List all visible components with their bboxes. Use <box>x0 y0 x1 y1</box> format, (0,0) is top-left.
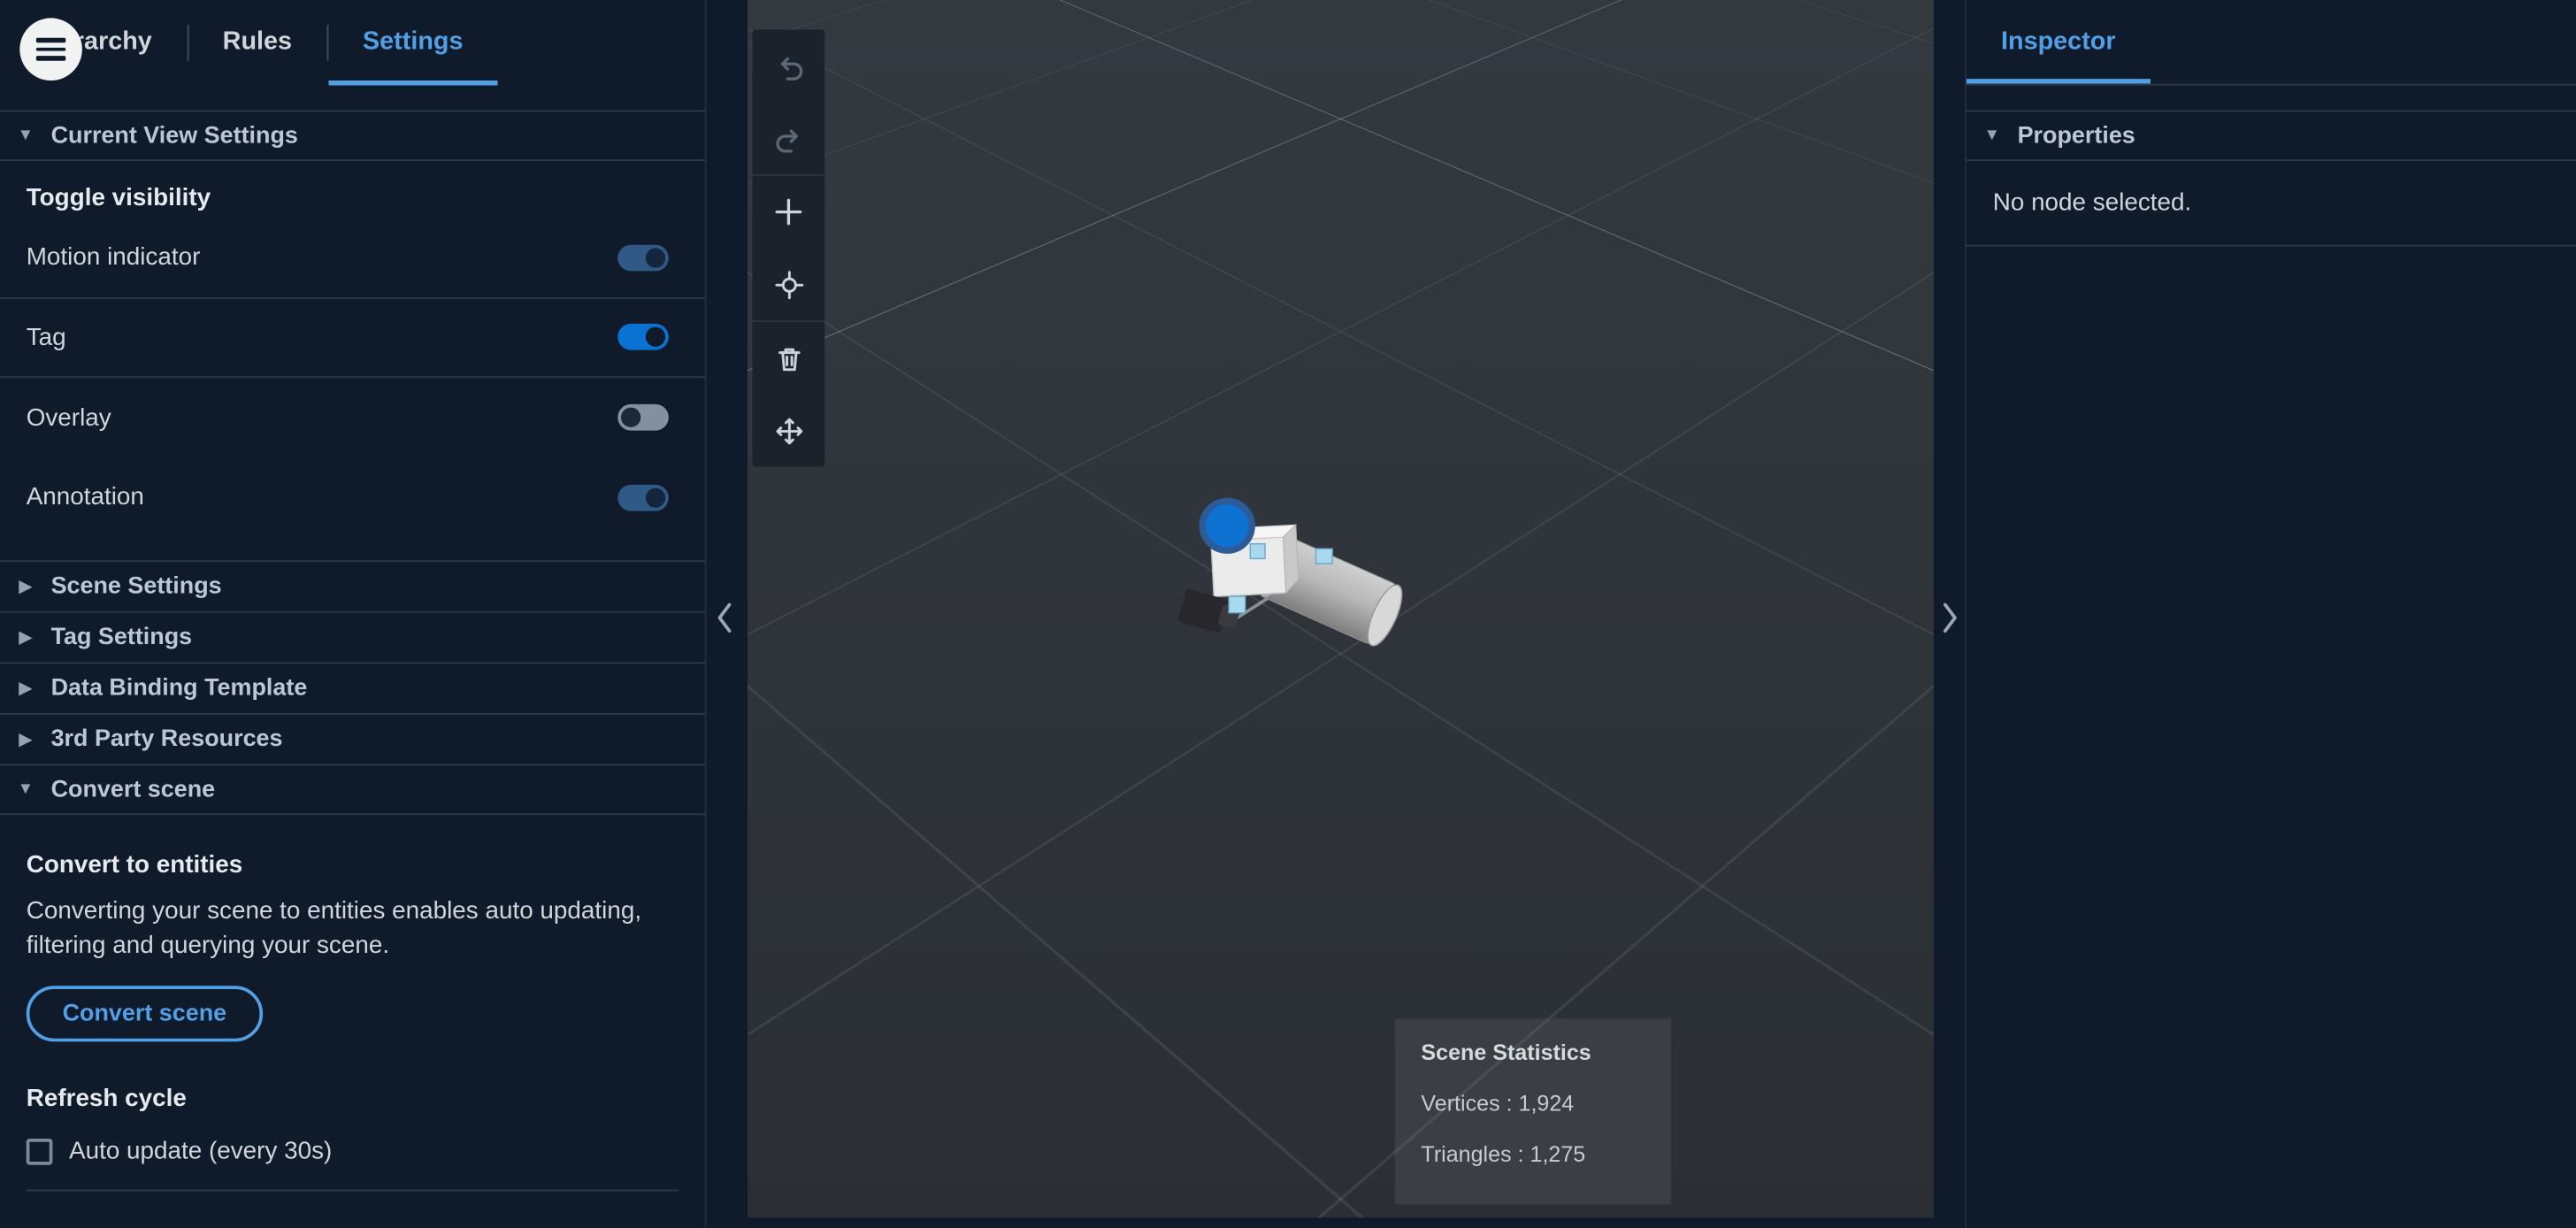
section-data-binding-template[interactable]: ▶ Data Binding Template <box>0 662 705 713</box>
left-panel-tab-bar: Hierarchy Rules Settings <box>0 0 705 86</box>
vertices-count: Vertices : 1,924 <box>1421 1091 1575 1116</box>
chevron-right-icon: ▶ <box>19 628 32 647</box>
overlay-toggle[interactable] <box>617 404 669 432</box>
add-object-button[interactable] <box>753 176 825 249</box>
redo-button[interactable] <box>753 102 825 174</box>
tab-rules[interactable]: Rules <box>188 0 326 86</box>
section-3rd-party-resources[interactable]: ▶ 3rd Party Resources <box>0 713 705 764</box>
viewport-toolbar <box>752 29 825 467</box>
annotation-toggle[interactable] <box>617 484 669 511</box>
chevron-right-icon <box>1943 602 1957 633</box>
ground-grid <box>748 0 1934 414</box>
section-title: Convert scene <box>50 776 216 803</box>
collapse-left-panel-button[interactable] <box>709 596 739 639</box>
toggle-row-overlay: Overlay <box>0 378 705 457</box>
placement-target-button[interactable] <box>753 248 825 320</box>
section-scene-settings[interactable]: ▶ Scene Settings <box>0 560 705 611</box>
chevron-down-icon: ▼ <box>17 127 34 145</box>
tab-rules-label: Rules <box>222 27 293 57</box>
inspector-tab-bar: Inspector <box>1966 0 2576 86</box>
toggle-label: Overlay <box>26 403 111 432</box>
toggle-row-motion-indicator: Motion indicator <box>0 219 705 299</box>
chevron-down-icon: ▼ <box>1983 127 2000 145</box>
model-fitting <box>1228 595 1246 614</box>
undo-icon <box>779 56 802 80</box>
tab-inspector-label: Inspector <box>2001 27 2116 56</box>
toggle-visibility-heading: Toggle visibility <box>26 184 211 212</box>
auto-update-checkbox[interactable] <box>26 1138 53 1164</box>
hamburger-icon <box>35 36 66 64</box>
section-current-view-settings[interactable]: ▼ Current View Settings <box>0 110 705 161</box>
toggle-label: Motion indicator <box>26 243 201 272</box>
toggle-label: Tag <box>26 323 66 351</box>
model-fitting <box>1249 542 1266 560</box>
move-gizmo-button[interactable] <box>753 395 825 467</box>
toggle-label: Annotation <box>26 483 144 512</box>
section-title: 3rd Party Resources <box>50 725 283 753</box>
tab-settings[interactable]: Settings <box>328 0 498 86</box>
chevron-left-icon <box>717 602 732 633</box>
viewport-3d-canvas[interactable]: Scene Statistics Vertices : 1,924 Triang… <box>748 0 1934 1218</box>
inspector-panel: Inspector ▼ Properties No node selected. <box>1965 0 2576 1228</box>
refresh-cycle-heading: Refresh cycle <box>26 1084 187 1113</box>
left-panel: Hierarchy Rules Settings ▼ Current View … <box>0 0 707 1228</box>
section-title: Tag Settings <box>50 624 193 651</box>
section-title: Scene Settings <box>50 573 222 600</box>
tab-settings-label: Settings <box>362 27 464 57</box>
placement-target-icon <box>774 270 803 299</box>
toggle-row-tag: Tag <box>0 298 705 379</box>
convert-scene-button[interactable]: Convert scene <box>26 986 264 1042</box>
tag-toggle[interactable] <box>617 324 669 351</box>
auto-update-label: Auto update (every 30s) <box>69 1137 333 1165</box>
divider <box>1966 244 2576 247</box>
chevron-right-icon: ▶ <box>19 730 32 748</box>
chevron-down-icon: ▼ <box>17 780 34 799</box>
add-object-icon <box>775 198 802 226</box>
section-title: Data Binding Template <box>50 675 308 702</box>
chevron-right-icon: ▶ <box>19 679 32 698</box>
motion-indicator-toggle[interactable] <box>617 244 669 271</box>
section-tag-settings[interactable]: ▶ Tag Settings <box>0 610 705 663</box>
model-fitting <box>1315 548 1333 564</box>
scene-statistics-panel: Scene Statistics Vertices : 1,924 Triang… <box>1394 1018 1671 1205</box>
section-convert-scene[interactable]: ▼ Convert scene <box>0 764 705 816</box>
move-gizmo-icon <box>775 417 802 444</box>
undo-button[interactable] <box>753 29 825 102</box>
collapse-right-panel-button[interactable] <box>1936 596 1965 639</box>
toggle-row-annotation: Annotation <box>0 457 705 537</box>
convert-scene-description: Converting your scene to entities enable… <box>26 897 642 960</box>
delete-button[interactable] <box>753 322 825 395</box>
auto-update-checkbox-row[interactable]: Auto update (every 30s) <box>26 1137 678 1165</box>
redo-icon <box>775 128 797 152</box>
tab-inspector[interactable]: Inspector <box>1966 0 2150 84</box>
convert-to-entities-heading: Convert to entities <box>26 851 243 879</box>
scene-composer-app: Hierarchy Rules Settings ▼ Current View … <box>0 0 2576 1228</box>
divider <box>26 1189 678 1192</box>
no-node-selected-message: No node selected. <box>1992 188 2192 218</box>
triangles-count: Triangles : 1,275 <box>1421 1141 1586 1167</box>
section-title: Current View Settings <box>50 122 298 150</box>
convert-scene-body: Convert to entities Converting your scen… <box>0 851 705 1192</box>
chevron-right-icon: ▶ <box>19 577 32 596</box>
tag-marker[interactable] <box>1199 497 1255 554</box>
section-properties[interactable]: ▼ Properties <box>1966 110 2576 161</box>
scene-statistics-title: Scene Statistics <box>1421 1040 1591 1065</box>
3d-model-mixer[interactable] <box>1158 477 1438 682</box>
delete-icon <box>778 347 800 371</box>
section-title: Properties <box>2017 122 2135 150</box>
menu-button[interactable] <box>19 18 82 81</box>
